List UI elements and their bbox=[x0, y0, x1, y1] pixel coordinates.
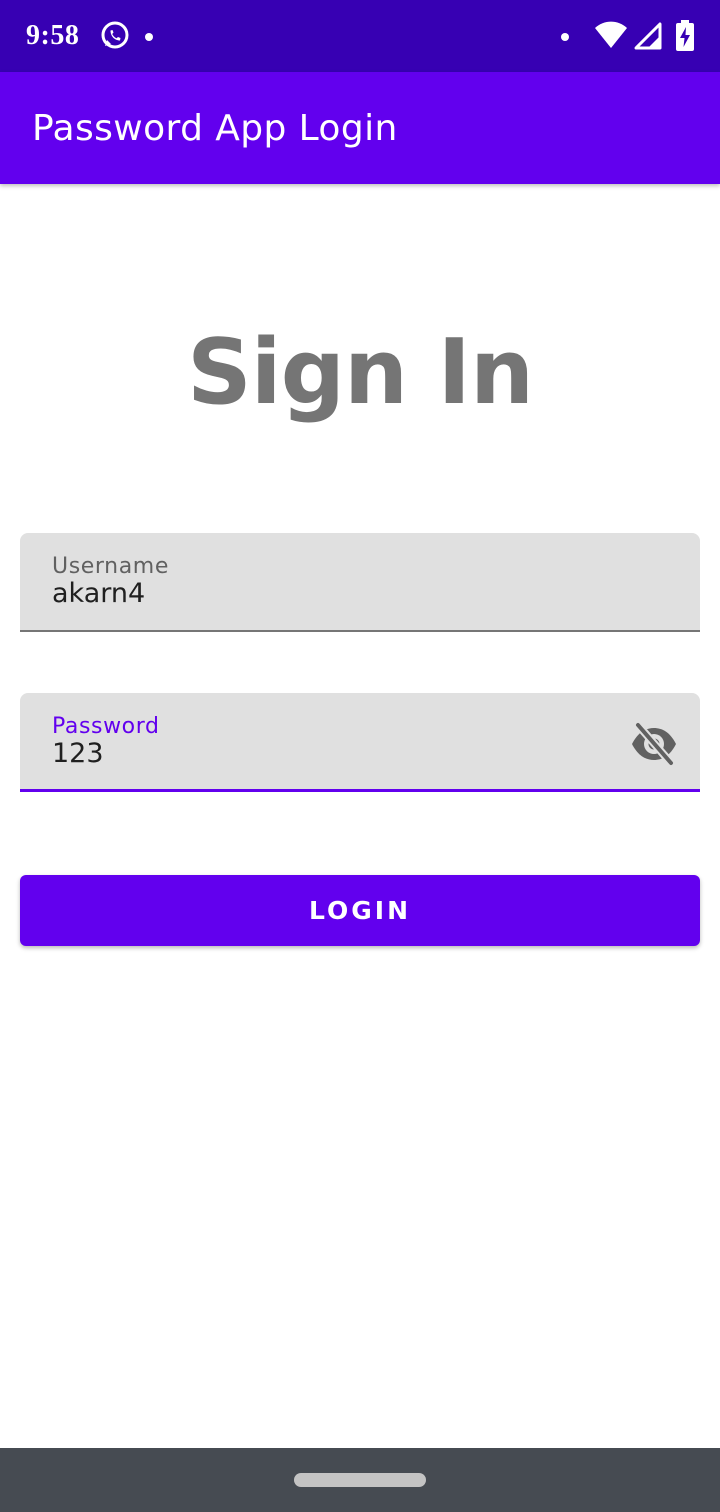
notification-dot-icon bbox=[145, 33, 153, 41]
login-button[interactable]: LOGIN bbox=[20, 875, 700, 946]
sign-in-heading: Sign In bbox=[186, 320, 534, 425]
username-field[interactable]: Username akarn4 bbox=[20, 533, 700, 632]
battery-charging-icon bbox=[676, 20, 694, 51]
home-handle[interactable] bbox=[294, 1473, 426, 1487]
navigation-bar bbox=[0, 1448, 720, 1512]
password-input[interactable]: 123 bbox=[52, 737, 104, 771]
username-input[interactable]: akarn4 bbox=[52, 577, 145, 611]
wifi-icon bbox=[595, 21, 627, 48]
whatsapp-icon bbox=[101, 21, 129, 49]
cellular-signal-icon bbox=[634, 22, 662, 50]
status-bar: 9:58 bbox=[0, 0, 720, 72]
status-time: 9:58 bbox=[26, 20, 80, 51]
dot-icon bbox=[561, 33, 569, 41]
app-bar: Password App Login bbox=[0, 72, 720, 184]
password-field[interactable]: Password 123 bbox=[20, 693, 700, 792]
visibility-off-icon[interactable] bbox=[630, 721, 678, 767]
app-title: Password App Login bbox=[32, 108, 398, 149]
